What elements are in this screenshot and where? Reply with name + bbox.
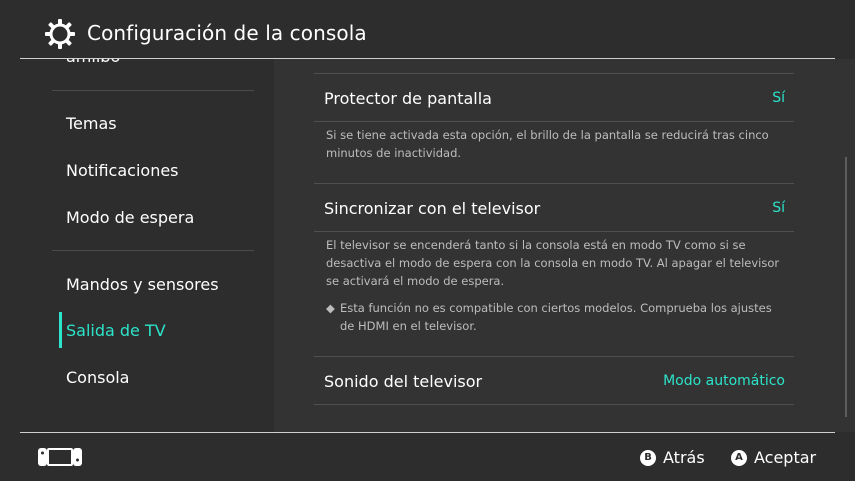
sidebar-item-amiibo[interactable]: amiibo <box>66 59 120 66</box>
back-label: Atrás <box>663 448 705 467</box>
header: Configuración de la consola <box>0 0 855 58</box>
sidebar-item-modo-espera[interactable]: Modo de espera <box>66 208 194 227</box>
sidebar-item-salida-tv[interactable]: Salida de TV <box>66 321 166 340</box>
scrollbar[interactable] <box>845 157 847 417</box>
sidebar-item-mandos-sensores[interactable]: Mandos y sensores <box>66 275 219 294</box>
row-divider <box>314 231 794 232</box>
back-button[interactable]: B Atrás <box>640 448 705 467</box>
sidebar-item-notificaciones[interactable]: Notificaciones <box>66 161 179 180</box>
sidebar-active-indicator <box>59 312 62 348</box>
setting-label: Sincronizar con el televisor <box>324 199 541 218</box>
setting-value: Modo automático <box>663 373 785 389</box>
sidebar-divider <box>52 250 254 251</box>
accept-label: Aceptar <box>754 448 817 467</box>
b-button-icon: B <box>640 449 656 466</box>
setting-value: Sí <box>772 90 785 106</box>
switch-console-icon <box>38 448 82 466</box>
sidebar-item-temas[interactable]: Temas <box>66 114 117 133</box>
sidebar: amiibo Temas Notificaciones Modo de espe… <box>0 59 274 432</box>
row-divider <box>314 73 794 74</box>
sidebar-item-consola[interactable]: Consola <box>66 368 129 387</box>
row-divider <box>314 121 794 122</box>
settings-panel: Protector de pantalla Sí Si se tiene act… <box>274 59 855 432</box>
row-divider <box>314 356 794 357</box>
setting-label: Sonido del televisor <box>324 372 483 391</box>
header-divider <box>20 58 835 59</box>
gear-icon <box>45 19 75 49</box>
setting-description: El televisor se encenderá tanto si la co… <box>326 238 780 288</box>
a-button-icon: A <box>731 449 747 466</box>
setting-note: ◆ Esta función no es compatible con ciert… <box>326 299 786 335</box>
setting-description: Si se tiene activada esta opción, el bri… <box>326 128 769 160</box>
sidebar-divider <box>52 90 254 91</box>
page-title: Configuración de la consola <box>87 21 367 45</box>
setting-note-text: Esta función no es compatible con cierto… <box>340 301 772 333</box>
diamond-bullet-icon: ◆ <box>326 301 335 315</box>
setting-label: Protector de pantalla <box>324 89 492 108</box>
footer: B Atrás A Aceptar <box>0 433 855 481</box>
setting-value: Sí <box>772 200 785 216</box>
accept-button[interactable]: A Aceptar <box>731 448 816 467</box>
row-divider <box>314 183 794 184</box>
row-divider <box>314 404 794 405</box>
